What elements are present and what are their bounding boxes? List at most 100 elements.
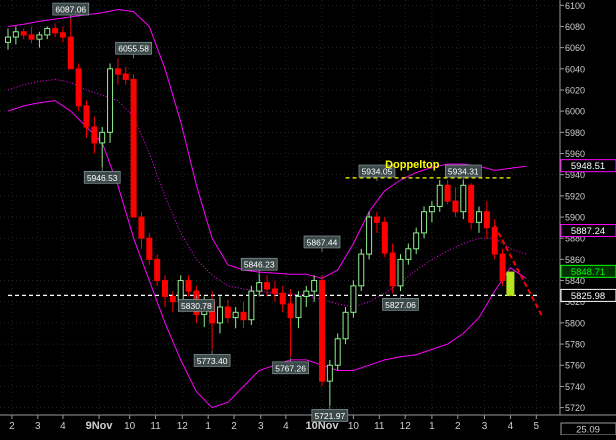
candle-body xyxy=(12,31,19,38)
candle-body xyxy=(334,338,341,366)
x-tick-label: 3 xyxy=(35,421,41,432)
candle-body xyxy=(326,364,333,382)
candle-body xyxy=(185,280,192,292)
candle-body xyxy=(413,232,420,250)
y-tick-label: 5980 xyxy=(565,128,585,138)
candle-body xyxy=(83,105,90,128)
candle-body xyxy=(20,31,27,36)
x-tick-label: 4 xyxy=(508,421,514,432)
candle-body xyxy=(476,211,482,223)
candle-body xyxy=(350,285,357,313)
callout-label: 5846.23 xyxy=(244,260,275,270)
y-tick-label: 6100 xyxy=(565,1,585,11)
candle-body xyxy=(146,237,153,260)
candle-body xyxy=(468,184,475,223)
candle-body xyxy=(122,73,129,80)
x-tick-label: 2 xyxy=(455,421,461,432)
y-tick-label: 5900 xyxy=(565,213,585,223)
candle-body xyxy=(114,68,121,75)
y-tick-label: 5780 xyxy=(565,340,585,350)
candle-body xyxy=(287,303,294,319)
callout-label: 5827.06 xyxy=(385,300,416,310)
callout-label: 5934.31 xyxy=(448,167,479,177)
candle-body xyxy=(295,295,302,319)
y-tick-label: 5800 xyxy=(565,318,585,328)
y-tick-label: 5720 xyxy=(565,403,585,413)
candle-body xyxy=(499,253,506,282)
candle-body xyxy=(366,216,373,255)
candle-body xyxy=(381,221,388,254)
candle-body xyxy=(491,227,498,255)
x-tick-label: 3 xyxy=(482,421,488,432)
candle-body xyxy=(154,258,161,282)
candle-body xyxy=(67,36,74,70)
x-tick-label: 2 xyxy=(9,421,15,432)
x-tick-label: 10 xyxy=(348,421,360,432)
candle-body xyxy=(28,34,35,40)
candle-body xyxy=(405,248,412,260)
candle-body xyxy=(358,253,365,287)
candle-body xyxy=(169,295,176,303)
y-tick-label: 5860 xyxy=(565,255,585,265)
candle-body xyxy=(5,36,11,43)
callout-label: 5767.26 xyxy=(275,363,306,373)
y-tick-label: 6040 xyxy=(565,64,585,74)
y-tick-label: 6060 xyxy=(565,43,585,53)
candle-body xyxy=(44,28,51,36)
candle-body xyxy=(279,292,286,305)
candle-body xyxy=(452,200,459,213)
candle-body xyxy=(256,282,263,292)
candle-body xyxy=(303,290,310,297)
y-tick-label: 6000 xyxy=(565,107,585,117)
y-tick-label: 5960 xyxy=(565,149,585,159)
candle-body xyxy=(52,28,59,34)
x-tick-label: 9Nov xyxy=(86,420,114,432)
candle-body xyxy=(342,311,349,340)
x-tick-label: 12 xyxy=(400,421,412,432)
price-label-text: 5825.98 xyxy=(571,291,605,302)
y-tick-label: 5920 xyxy=(565,191,585,201)
candle-body xyxy=(397,258,404,287)
candle-body xyxy=(162,280,168,297)
callout-label: 5946.53 xyxy=(87,173,118,183)
candle-body xyxy=(240,311,247,321)
x-tick-label: 4 xyxy=(283,421,289,432)
doppeltop-label: Doppeltop xyxy=(385,159,440,171)
y-tick-label: 6080 xyxy=(565,22,585,32)
chart: 5720 5740 5760 5780 5800 5820 5840 5860 5880 5900… xyxy=(0,0,616,436)
last-candle-highlight xyxy=(506,271,515,296)
candle-body xyxy=(444,184,451,202)
candle-body xyxy=(389,252,396,287)
candle-body xyxy=(248,290,255,321)
candle-body xyxy=(436,184,443,207)
price-label-text: 5948.51 xyxy=(571,161,605,172)
candle-body xyxy=(138,216,145,239)
callout-label: 5830.78 xyxy=(181,301,212,311)
x-tick-label: 12 xyxy=(177,421,189,432)
candle-body xyxy=(373,216,380,223)
candle-body xyxy=(232,311,239,319)
candle-body xyxy=(483,211,490,229)
x-tick-label: 1 xyxy=(429,421,435,432)
candle-body xyxy=(99,131,106,144)
candle-body xyxy=(264,282,271,290)
x-tick-label: 5 xyxy=(534,421,540,432)
candle-body xyxy=(216,306,223,324)
x-tick-label: 11 xyxy=(374,421,385,432)
callout-label: 5867.44 xyxy=(307,237,338,247)
x-tick-label: 3 xyxy=(258,421,264,432)
price-label-text: 5848.71 xyxy=(571,267,605,278)
price-label-text: 5887.24 xyxy=(571,226,605,237)
callout-label: 6055.58 xyxy=(118,44,149,54)
x-tick-label: 4 xyxy=(60,421,66,432)
bottom-right-label: 25.09 xyxy=(576,425,600,436)
candle-body xyxy=(130,78,137,218)
candle-body xyxy=(421,211,428,234)
candle-body xyxy=(36,34,43,40)
candle-body xyxy=(59,32,66,38)
candlestick-chart: 5720574057605780580058205840586058805900… xyxy=(0,0,616,436)
x-tick-label: 10Nov xyxy=(305,420,339,432)
candle-body xyxy=(75,68,82,107)
x-tick-label: 11 xyxy=(150,421,161,432)
candle-body xyxy=(311,280,318,292)
